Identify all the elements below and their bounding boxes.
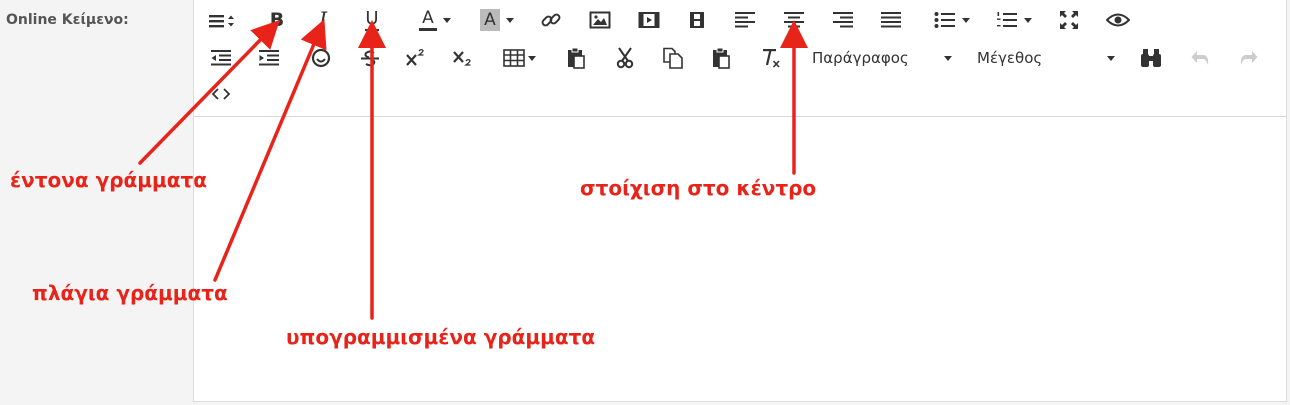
annotation-bold: έντονα γράμματα — [10, 168, 207, 192]
arrow-bold — [138, 19, 280, 165]
annotation-italic: πλάγια γράμματα — [32, 281, 228, 305]
annotation-align-center: στοίχιση στο κέντρο — [580, 176, 817, 200]
annotation-underline: υπογραμμισμένα γράμματα — [286, 325, 596, 349]
annotation-arrows — [138, 19, 808, 320]
